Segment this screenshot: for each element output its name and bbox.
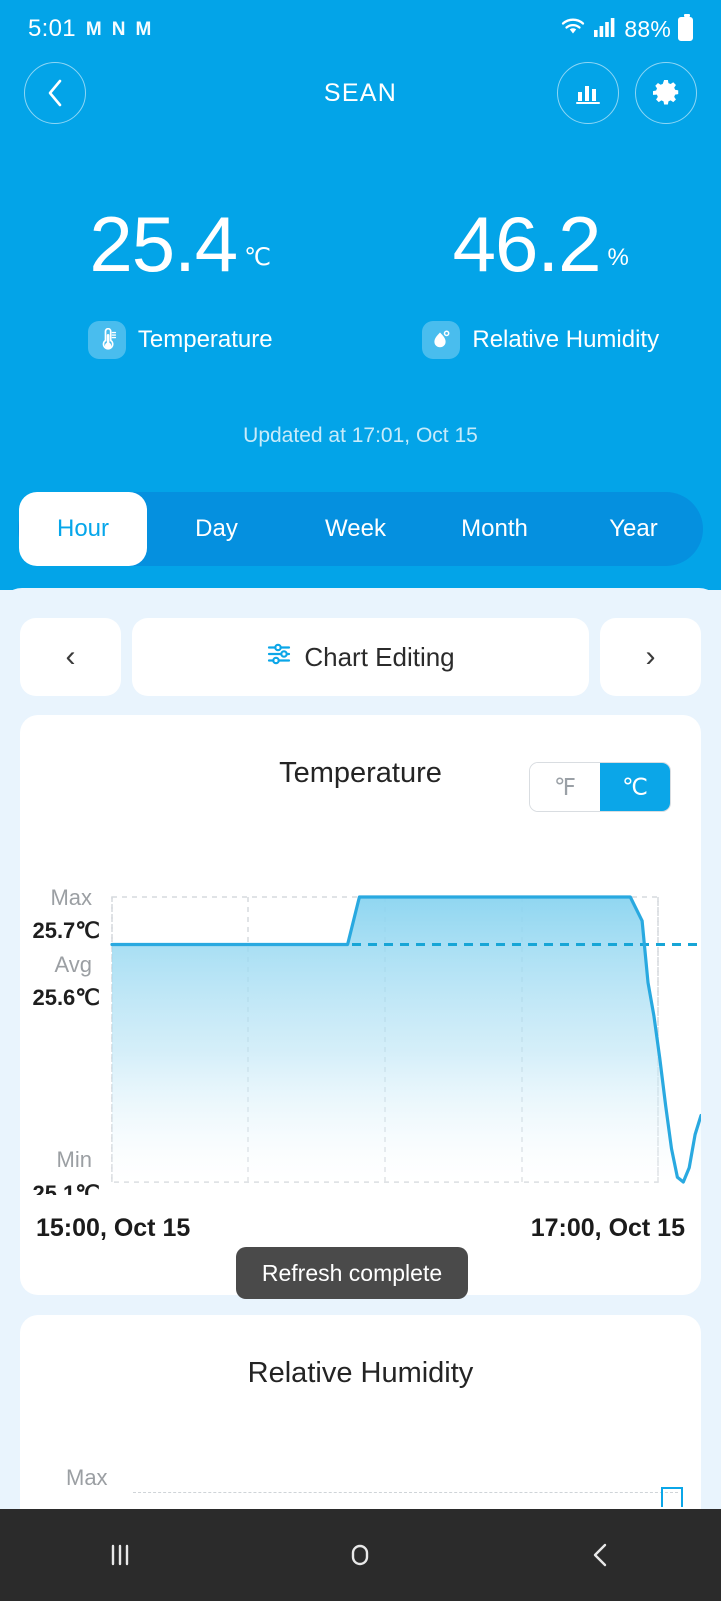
temperature-label: Temperature — [137, 326, 273, 353]
min-value: 25.1℃ — [32, 1181, 100, 1195]
humidity-series-edge — [661, 1487, 683, 1507]
humidity-chart-title: Relative Humidity — [247, 1357, 474, 1389]
android-nav-bar — [0, 1509, 721, 1601]
gmail-icon: M — [85, 18, 102, 40]
recents-icon[interactable] — [60, 1509, 180, 1601]
avg-value: 25.6℃ — [32, 985, 100, 1010]
chart-edit-row: ‹ Chart Editing › — [20, 618, 701, 696]
home-icon[interactable] — [300, 1509, 420, 1601]
range-end: 17:00, Oct 15 — [530, 1213, 685, 1242]
current-readings: 25.4 ℃ Temperature 46.2% Relative Humidi… — [0, 205, 721, 359]
chart-editing-label: Chart Editing — [304, 641, 455, 672]
status-bar: 5:01 M N M 88% — [0, 0, 721, 58]
humidity-max-label: Max — [66, 1465, 108, 1490]
next-period-button[interactable]: › — [600, 618, 701, 696]
updated-timestamp: Updated at 17:01, Oct 15 — [243, 424, 478, 447]
humidity-label: Relative Humidity — [472, 326, 660, 353]
humidity-value: 46.2 — [452, 200, 602, 288]
gmail-icon: M — [135, 18, 152, 40]
back-icon[interactable] — [541, 1509, 661, 1601]
prev-period-button[interactable]: ‹ — [20, 618, 121, 696]
nav-bar: SEAN — [0, 58, 721, 128]
humidity-unit: % — [607, 244, 629, 271]
avg-label: Avg — [54, 952, 92, 977]
thermometer-icon — [87, 321, 126, 359]
chart-editing-button[interactable]: Chart Editing — [132, 618, 589, 696]
nav-actions — [557, 62, 697, 124]
wifi-icon — [560, 16, 586, 43]
sliders-icon — [266, 641, 292, 674]
netflix-icon: N — [111, 18, 126, 40]
back-button[interactable] — [24, 62, 86, 124]
phone-screen: 5:01 M N M 88% SEAN 25.4 ℃ Temperature 4… — [0, 0, 721, 1601]
cellular-signal-icon — [593, 16, 617, 43]
tab-day[interactable]: Day — [147, 492, 286, 566]
toast-message: Refresh complete — [236, 1247, 468, 1299]
temperature-unit: ℃ — [244, 244, 272, 271]
min-label: Min — [57, 1147, 92, 1172]
app-header: 5:01 M N M 88% SEAN 25.4 ℃ Temperature 4… — [0, 0, 721, 590]
period-tabs: Hour Day Week Month Year — [18, 492, 703, 566]
content-area: ‹ Chart Editing › Temperature ℉ ℃ Max 25… — [0, 588, 721, 1601]
chart-range-row: 15:00, Oct 15 17:00, Oct 15 — [20, 1203, 701, 1253]
max-value: 25.7℃ — [32, 918, 100, 943]
status-bar-right: 88% — [560, 14, 693, 43]
water-drop-icon — [422, 321, 461, 359]
status-bar-left: 5:01 M N M — [28, 15, 151, 43]
temperature-chart-card: Temperature ℉ ℃ Max 25.7℃ Avg 25.6℃ Min … — [20, 715, 703, 1295]
bar-chart-icon[interactable] — [557, 62, 619, 124]
max-label: Max — [50, 885, 92, 910]
range-start: 15:00, Oct 15 — [36, 1213, 191, 1242]
tab-year[interactable]: Year — [564, 492, 703, 566]
tab-month[interactable]: Month — [425, 492, 564, 566]
humidity-reading: 46.2% Relative Humidity — [361, 205, 721, 359]
temperature-label-row: Temperature — [0, 321, 361, 359]
battery-icon — [678, 14, 693, 41]
battery-percent: 88% — [624, 15, 671, 42]
gear-icon[interactable] — [635, 62, 697, 124]
status-time: 5:01 — [28, 15, 76, 42]
temperature-reading: 25.4 ℃ Temperature — [0, 205, 361, 359]
humidity-label-row: Relative Humidity — [361, 321, 721, 359]
tab-week[interactable]: Week — [286, 492, 425, 566]
tab-hour[interactable]: Hour — [19, 492, 147, 566]
temperature-value: 25.4 — [89, 200, 238, 288]
humidity-gridline — [133, 1492, 678, 1504]
